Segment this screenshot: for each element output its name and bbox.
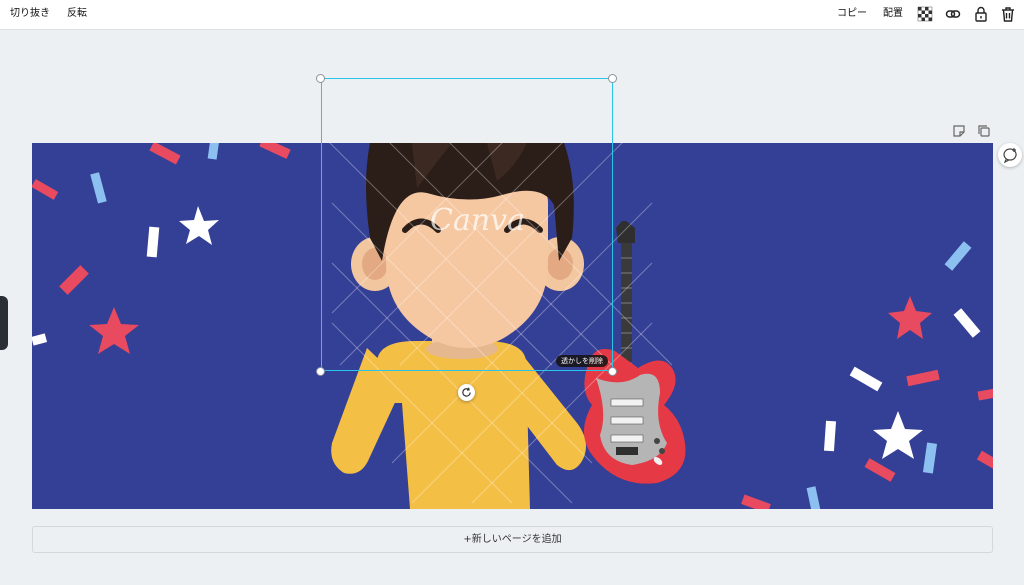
resize-handle-top-left[interactable]	[316, 74, 325, 83]
rotate-icon	[462, 387, 471, 397]
crop-button[interactable]: 切り抜き	[10, 7, 50, 21]
top-toolbar: 切り抜き 反転 コピー 配置	[0, 0, 1024, 30]
rotate-handle[interactable]	[458, 384, 475, 401]
copy-button[interactable]: コピー	[837, 7, 867, 21]
arrange-button[interactable]: 配置	[883, 7, 903, 21]
duplicate-page-icon[interactable]	[977, 124, 991, 138]
add-page-button[interactable]: +新しいページを追加	[32, 526, 993, 553]
page-notes-icon[interactable]	[952, 124, 966, 138]
side-panel-toggle[interactable]	[0, 296, 8, 350]
add-comment-button[interactable]	[998, 143, 1022, 167]
transparency-icon[interactable]	[917, 6, 933, 22]
resize-handle-bottom-left[interactable]	[316, 367, 325, 376]
selection-box[interactable]	[321, 78, 613, 371]
comment-plus-icon	[1003, 148, 1017, 163]
link-icon[interactable]	[945, 6, 961, 22]
lock-icon[interactable]	[973, 6, 989, 22]
trash-icon[interactable]	[1000, 6, 1016, 22]
resize-handle-bottom-right[interactable]	[608, 367, 617, 376]
remove-watermark-button[interactable]: 透かしを削除	[556, 355, 608, 367]
flip-button[interactable]: 反転	[67, 7, 87, 21]
resize-handle-top-right[interactable]	[608, 74, 617, 83]
